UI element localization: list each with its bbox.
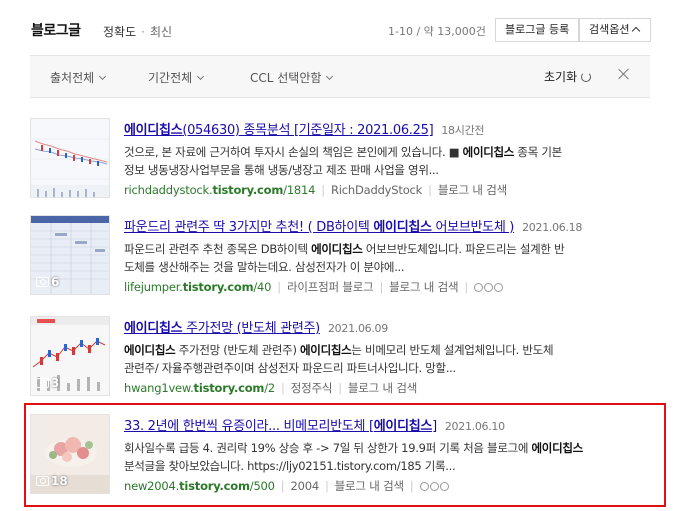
blog-name[interactable]: 정정주식 [291, 381, 333, 395]
result-meta: richdaddystock.tistory.com/1814 | RichDadd… [124, 183, 508, 197]
ccl-icon [474, 283, 484, 292]
filter-source[interactable]: 출처전체 [50, 69, 107, 86]
result-item: 6 파운드리 관련주 딱 3가지만 추천! ( DB하이텍 에이디칩스 어보브반… [30, 215, 650, 305]
blog-register-button[interactable]: 블로그글 등록 [495, 18, 580, 42]
results-header: 블로그글 정확도 · 최신 1-10 / 약 13,000건 블로그글 등록 검색옵… [31, 18, 651, 46]
search-options-button[interactable]: 검색옵션 [579, 18, 651, 42]
result-thumbnail[interactable]: 3 [30, 316, 110, 396]
result-meta: hwang1vew.tistory.com/2 | 정정주식 | 블로그 내 검색 [124, 381, 418, 395]
result-thumbnail[interactable]: 6 [30, 215, 110, 295]
reset-button[interactable]: 초기화 [544, 68, 592, 85]
result-thumbnail[interactable] [30, 118, 110, 198]
result-url[interactable]: richdaddystock.tistory.com/1814 [124, 183, 315, 197]
sort-latest[interactable]: 최신 [150, 25, 172, 39]
result-url[interactable]: lifejumper.tistory.com/40 [124, 280, 271, 294]
photo-count: 3 [36, 376, 59, 390]
camera-icon [36, 277, 49, 287]
result-date: 18시간전 [441, 124, 485, 137]
result-item: 3 에이디칩스 주가전망 (반도체 관련주) 2021.06.09 에이디칩스 주… [30, 316, 650, 406]
stock-chart-thumbnail [31, 119, 109, 197]
chevron-down-icon [99, 72, 107, 81]
camera-icon [36, 378, 49, 388]
chevron-up-icon [632, 26, 641, 36]
refresh-icon [581, 72, 592, 82]
result-date: 2021.06.09 [327, 322, 388, 335]
result-count: 1-10 / 약 13,000건 [388, 25, 486, 38]
filter-bar: 출처전체 기간전체 CCL 선택안함 초기화 [30, 55, 650, 98]
photo-count: 6 [36, 275, 59, 289]
ccl-icon [494, 283, 504, 292]
blog-name[interactable]: 라이프점퍼 블로그 [287, 280, 374, 294]
result-title-link[interactable]: 에이디칩스(054630) 종목분석 [기준일자 : 2021.06.25] 18… [124, 119, 485, 138]
result-description: 것으로, 본 자료에 근거하여 투자시 손실의 책임은 본인에게 있습니다. ■… [124, 145, 562, 177]
inner-search-link[interactable]: 블로그 내 검색 [348, 381, 417, 395]
close-icon[interactable] [616, 66, 632, 84]
sort-accuracy[interactable]: 정확도 [103, 25, 136, 39]
filter-ccl[interactable]: CCL 선택안함 [250, 69, 334, 86]
result-date: 2021.06.18 [522, 221, 583, 234]
result-item: 에이디칩스(054630) 종목분석 [기준일자 : 2021.06.25] 18… [30, 118, 650, 208]
result-url[interactable]: hwang1vew.tistory.com/2 [124, 381, 275, 395]
ccl-icon [484, 283, 494, 292]
highlight-box [24, 403, 666, 507]
blog-name[interactable]: RichDaddyStock [331, 183, 422, 197]
chevron-down-icon [326, 72, 334, 81]
result-title-link[interactable]: 파운드리 관련주 딱 3가지만 추천! ( DB하이텍 에이디칩스 어보브반도체… [124, 216, 582, 235]
inner-search-link[interactable]: 블로그 내 검색 [438, 183, 507, 197]
filter-period[interactable]: 기간전체 [148, 69, 205, 86]
result-description: 에이디칩스 주가전망 (반도체 관련주) 에이디칩스는 비메모리 반도체 설계업… [124, 343, 554, 375]
sort-options: 정확도 · 최신 [103, 25, 173, 39]
result-title-link[interactable]: 에이디칩스 주가전망 (반도체 관련주) 2021.06.09 [124, 317, 388, 336]
inner-search-link[interactable]: 블로그 내 검색 [389, 280, 458, 294]
result-meta: lifejumper.tistory.com/40 | 라이프점퍼 블로그 | 블로그 … [124, 279, 504, 295]
section-title: 블로그글 [31, 23, 81, 39]
result-description: 파운드리 관련주 추천 종목은 DB하이텍 에이디칩스 어보브반도체입니다. 파… [124, 242, 565, 274]
chevron-down-icon [197, 72, 205, 81]
